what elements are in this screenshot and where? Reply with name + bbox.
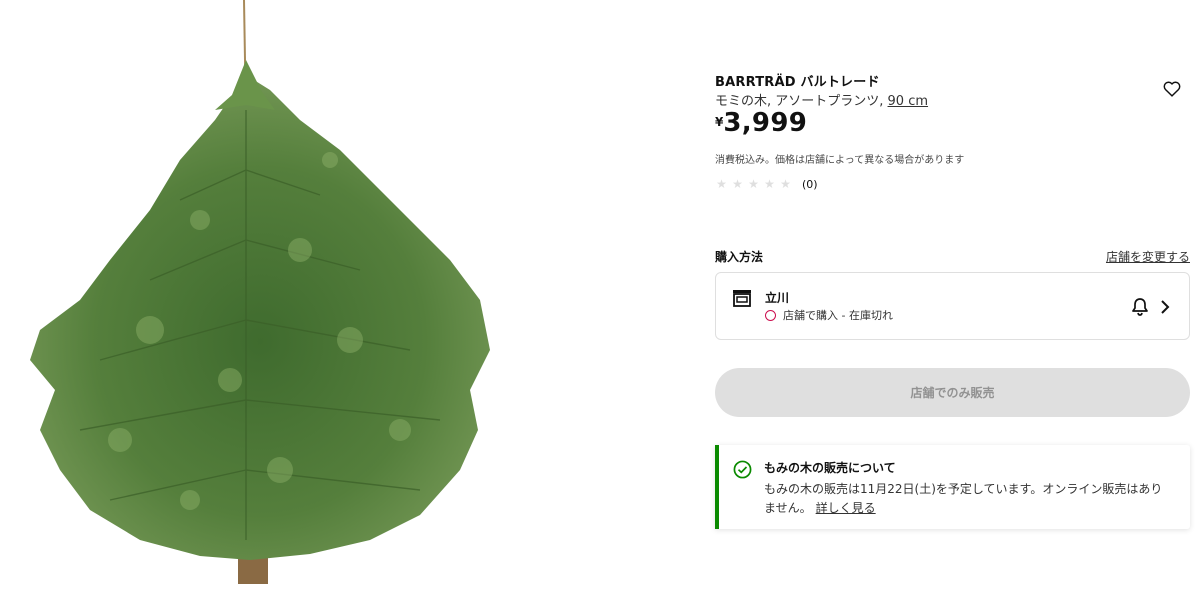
- out-of-stock-dot-icon: [765, 309, 776, 321]
- bell-icon[interactable]: [1130, 297, 1150, 317]
- star-icon: ★: [748, 177, 759, 191]
- stock-status: 店舗で購入 - 在庫切れ: [765, 307, 893, 323]
- info-notice: もみの木の販売について もみの木の販売は11月22日(土)を予定しています。オン…: [715, 445, 1190, 529]
- chevron-right-icon[interactable]: [1158, 299, 1172, 315]
- rating[interactable]: ★ ★ ★ ★ ★ (0): [715, 176, 818, 192]
- star-icon: ★: [732, 177, 743, 191]
- store-name: 立川: [765, 291, 790, 305]
- product-description: モミの木, アソートプランツ, 90 cm: [715, 90, 928, 109]
- product-description-text: モミの木, アソートプランツ,: [715, 94, 888, 109]
- christmas-tree-image: [30, 0, 490, 584]
- info-body: もみの木の販売は11月22日(土)を予定しています。オンライン販売はありません。…: [764, 480, 1174, 518]
- star-icon: ★: [716, 177, 727, 191]
- store-availability-card[interactable]: 立川 店舗で購入 - 在庫切れ: [715, 272, 1190, 340]
- price-currency: ¥: [715, 115, 724, 129]
- price: ¥3,999: [715, 110, 807, 136]
- product-info-panel: BARRTRÄD バルトレード モミの木, アソートプランツ, 90 cm ¥3…: [715, 0, 1190, 594]
- change-store-link[interactable]: 店舗を変更する: [1106, 248, 1190, 265]
- heart-icon: [1163, 81, 1181, 97]
- check-circle-icon: [733, 460, 752, 479]
- star-icon: ★: [780, 177, 791, 191]
- store-icon: [733, 290, 751, 307]
- product-image[interactable]: [0, 0, 600, 594]
- more-details-link[interactable]: 詳しく見る: [816, 501, 876, 515]
- favorite-button[interactable]: [1161, 78, 1183, 100]
- price-amount: 3,999: [723, 108, 808, 138]
- tax-note: 消費税込み。価格は店舗によって異なる場合があります: [715, 155, 965, 166]
- store-only-button[interactable]: 店舗でのみ販売: [715, 368, 1190, 417]
- stock-status-text: 店舗で購入 - 在庫切れ: [783, 309, 893, 322]
- rating-count: (0): [802, 177, 818, 191]
- product-name: BARRTRÄD バルトレード: [715, 75, 880, 90]
- purchase-heading: 購入方法: [715, 250, 764, 264]
- star-icon: ★: [764, 177, 775, 191]
- product-size-link[interactable]: 90 cm: [888, 94, 929, 109]
- info-title: もみの木の販売について: [764, 461, 896, 475]
